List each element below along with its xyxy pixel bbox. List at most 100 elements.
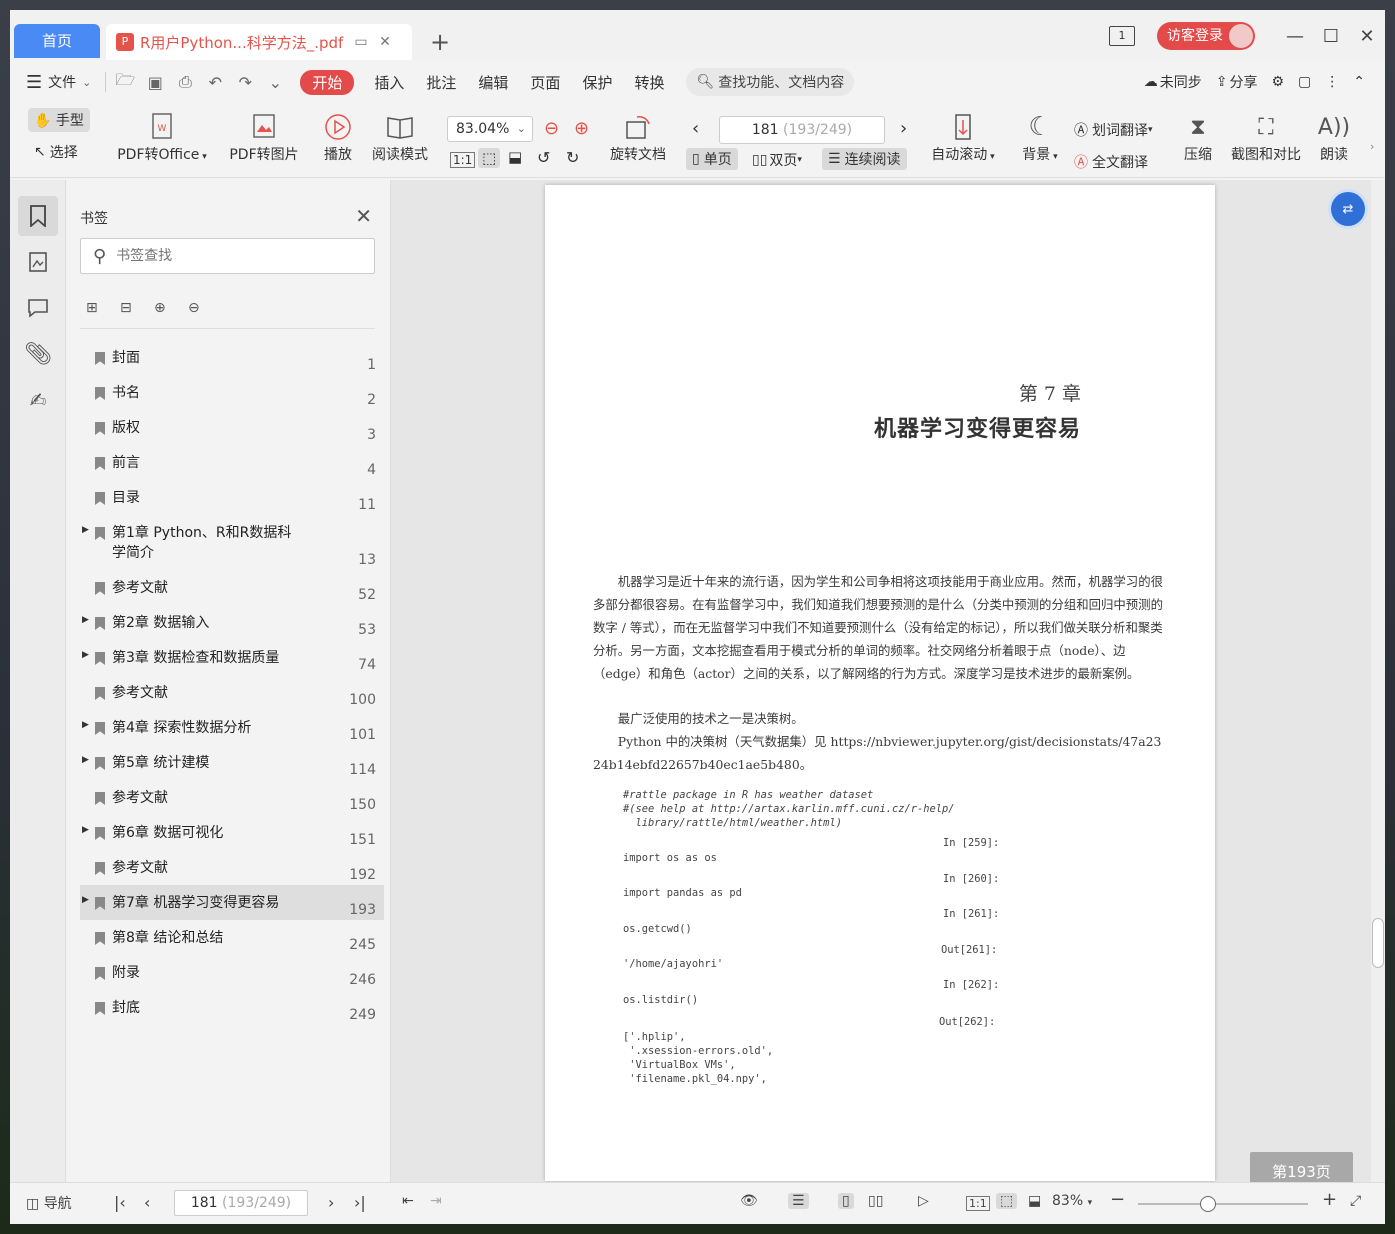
- floating-tool-button[interactable]: ⇄: [1331, 192, 1365, 226]
- forward-icon[interactable]: ⇥: [430, 1193, 442, 1209]
- redo-icon[interactable]: ↷: [234, 73, 256, 92]
- share-icon[interactable]: ⇪: [1216, 74, 1228, 90]
- bookmark-panel-icon[interactable]: [18, 196, 58, 236]
- zoom-slider[interactable]: [1138, 1196, 1308, 1212]
- tab-document[interactable]: P R用户Python...科学方法_.pdf ▭ ✕: [106, 24, 412, 60]
- bookmark-item-selected[interactable]: ▶ 第7章 机器学习变得更容易 193: [80, 885, 384, 920]
- rotate-right-icon[interactable]: ↻: [566, 148, 579, 167]
- collapse-ribbon-icon[interactable]: ⌃: [1353, 74, 1365, 90]
- file-menu[interactable]: ☰ 文件 ⌄: [26, 72, 91, 93]
- guest-login-button[interactable]: 访客登录: [1157, 22, 1255, 50]
- word-translate-button[interactable]: Ⓐ 划词翻译 ▾: [1074, 120, 1153, 140]
- read-mode-button[interactable]: 阅读模式: [368, 110, 432, 164]
- navigation-toggle[interactable]: ◫ 导航: [26, 1193, 72, 1213]
- zoom-in-icon[interactable]: ⊕: [574, 118, 589, 139]
- auto-scroll-button[interactable]: 自动滚动 ▾: [926, 110, 1000, 164]
- comment-icon[interactable]: ▢: [1298, 74, 1311, 90]
- expand-arrow-icon[interactable]: ▶: [82, 615, 89, 625]
- continuous-read-button[interactable]: ☰ 连续阅读: [822, 148, 907, 170]
- document-viewport[interactable]: 第 7 章 机器学习变得更容易 机器学习是近十年来的流行语，因为学生和公司争相将…: [391, 180, 1385, 1182]
- menu-edit[interactable]: 编辑: [478, 72, 508, 93]
- bookmark-item[interactable]: 目录 11: [80, 480, 384, 515]
- fit-width-icon[interactable]: ⬓: [508, 148, 522, 166]
- bookmark-item[interactable]: 参考文献 100: [80, 675, 384, 710]
- next-page-icon[interactable]: ›: [328, 1193, 334, 1212]
- fit-page-icon[interactable]: ⬚: [478, 148, 501, 168]
- menu-convert[interactable]: 转换: [634, 72, 664, 93]
- bookmark-item[interactable]: 第8章 结论和总结 245: [80, 920, 384, 955]
- scrollbar-thumb[interactable]: [1372, 918, 1384, 968]
- bookmark-search[interactable]: ⚲: [80, 238, 375, 274]
- bookmark-item[interactable]: ▶ 第3章 数据检查和数据质量 74: [80, 640, 384, 675]
- eye-care-icon[interactable]: 👁︎: [740, 1193, 758, 1209]
- hand-tool[interactable]: ✋ 手型: [28, 108, 90, 132]
- sync-status[interactable]: 未同步: [1160, 72, 1202, 92]
- bookmark-item[interactable]: ▶ 第2章 数据输入 53: [80, 605, 384, 640]
- status-zoom-select[interactable]: 83% ▾: [1052, 1193, 1092, 1209]
- menu-start[interactable]: 开始: [300, 69, 355, 95]
- zoom-select[interactable]: 83.04% ⌄: [447, 116, 533, 142]
- expand-arrow-icon[interactable]: ▶: [82, 650, 89, 660]
- rotate-left-icon[interactable]: ↺: [537, 148, 550, 167]
- expand-arrow-icon[interactable]: ▶: [82, 825, 89, 835]
- collapse-all-icon[interactable]: ⊟: [120, 300, 154, 316]
- ribbon-scroll-right-icon[interactable]: ›: [1370, 140, 1374, 153]
- expand-arrow-icon[interactable]: ▶: [82, 720, 89, 730]
- zoom-out-icon[interactable]: −: [1110, 1189, 1125, 1210]
- bookmark-item[interactable]: 附录 246: [80, 955, 384, 990]
- fit-width-icon[interactable]: ⬓: [1028, 1193, 1041, 1209]
- bookmark-item[interactable]: 封底 249: [80, 990, 384, 1025]
- expand-arrow-icon[interactable]: ▶: [82, 755, 89, 765]
- actual-size-icon[interactable]: 1:1: [450, 152, 476, 168]
- bookmark-item[interactable]: 参考文献 52: [80, 570, 384, 605]
- expand-arrow-icon[interactable]: ▶: [82, 895, 89, 905]
- compress-button[interactable]: ⧗ 压缩: [1178, 110, 1218, 164]
- zoom-out-icon[interactable]: ⊖: [544, 118, 559, 139]
- close-window-icon[interactable]: ✕: [1349, 26, 1385, 47]
- delete-bookmark-icon[interactable]: ⊖: [188, 300, 222, 316]
- add-bookmark-icon[interactable]: ⊕: [154, 300, 188, 316]
- thumbnail-panel-icon[interactable]: [18, 242, 58, 282]
- minimize-icon[interactable]: —: [1277, 26, 1313, 47]
- bookmark-search-input[interactable]: [116, 248, 357, 264]
- attachment-icon[interactable]: 📎︎: [18, 334, 58, 374]
- last-page-icon[interactable]: ›|: [354, 1193, 366, 1212]
- expand-arrow-icon[interactable]: ▶: [82, 525, 89, 535]
- bookmark-item[interactable]: ▶ 第6章 数据可视化 151: [80, 815, 384, 850]
- pdf-to-office-button[interactable]: W PDF转Office ▾: [114, 110, 210, 164]
- status-page-input[interactable]: 181 (193/249): [174, 1190, 308, 1216]
- play-icon[interactable]: ▷: [918, 1193, 929, 1209]
- new-tab-button[interactable]: +: [430, 28, 450, 56]
- single-page-button[interactable]: ▯ 单页: [686, 148, 738, 170]
- select-tool[interactable]: ↖ 选择: [34, 142, 78, 162]
- bookmark-item[interactable]: ▶ 第1章 Python、R和R数据科学简介 13: [80, 515, 384, 570]
- full-translate-button[interactable]: Ⓐ 全文翻译: [1074, 152, 1148, 172]
- page-number-input[interactable]: 181 (193/249): [719, 116, 885, 144]
- pin-icon[interactable]: ▭: [352, 33, 370, 51]
- single-view-icon[interactable]: ▯: [838, 1193, 854, 1209]
- cloud-sync-icon[interactable]: ☁: [1144, 74, 1158, 90]
- more-quick-icon[interactable]: ⌄: [264, 73, 286, 92]
- fit-page-icon[interactable]: ⬚: [996, 1193, 1018, 1209]
- bookmark-item[interactable]: 参考文献 150: [80, 780, 384, 815]
- undo-icon[interactable]: ↶: [204, 73, 226, 92]
- bookmark-item[interactable]: 书名 2: [80, 375, 384, 410]
- pdf-to-image-button[interactable]: PDF转图片: [226, 110, 302, 164]
- fullscreen-icon[interactable]: ⤢: [1350, 1193, 1361, 1209]
- window-count-badge[interactable]: 1: [1109, 26, 1135, 46]
- print-icon[interactable]: ⎙: [174, 72, 196, 92]
- first-page-icon[interactable]: |‹: [114, 1193, 126, 1212]
- bookmark-item[interactable]: 版权 3: [80, 410, 384, 445]
- prev-page-icon[interactable]: ‹: [144, 1193, 150, 1212]
- share-button[interactable]: 分享: [1229, 72, 1257, 92]
- feature-search[interactable]: 🔍︎ 查找功能、文档内容: [686, 68, 855, 96]
- bookmark-item[interactable]: ▶ 第4章 探索性数据分析 101: [80, 710, 384, 745]
- zoom-in-icon[interactable]: +: [1322, 1189, 1337, 1210]
- close-panel-icon[interactable]: ✕: [355, 204, 372, 228]
- bookmark-item[interactable]: 封面 1: [80, 340, 384, 375]
- bookmark-item[interactable]: ▶ 第5章 统计建模 114: [80, 745, 384, 780]
- double-page-button[interactable]: ▯▯ 双页 ▾: [752, 150, 802, 170]
- tab-home[interactable]: 首页: [14, 24, 100, 58]
- open-folder-icon[interactable]: 🗁: [114, 69, 136, 96]
- menu-insert[interactable]: 插入: [374, 72, 404, 93]
